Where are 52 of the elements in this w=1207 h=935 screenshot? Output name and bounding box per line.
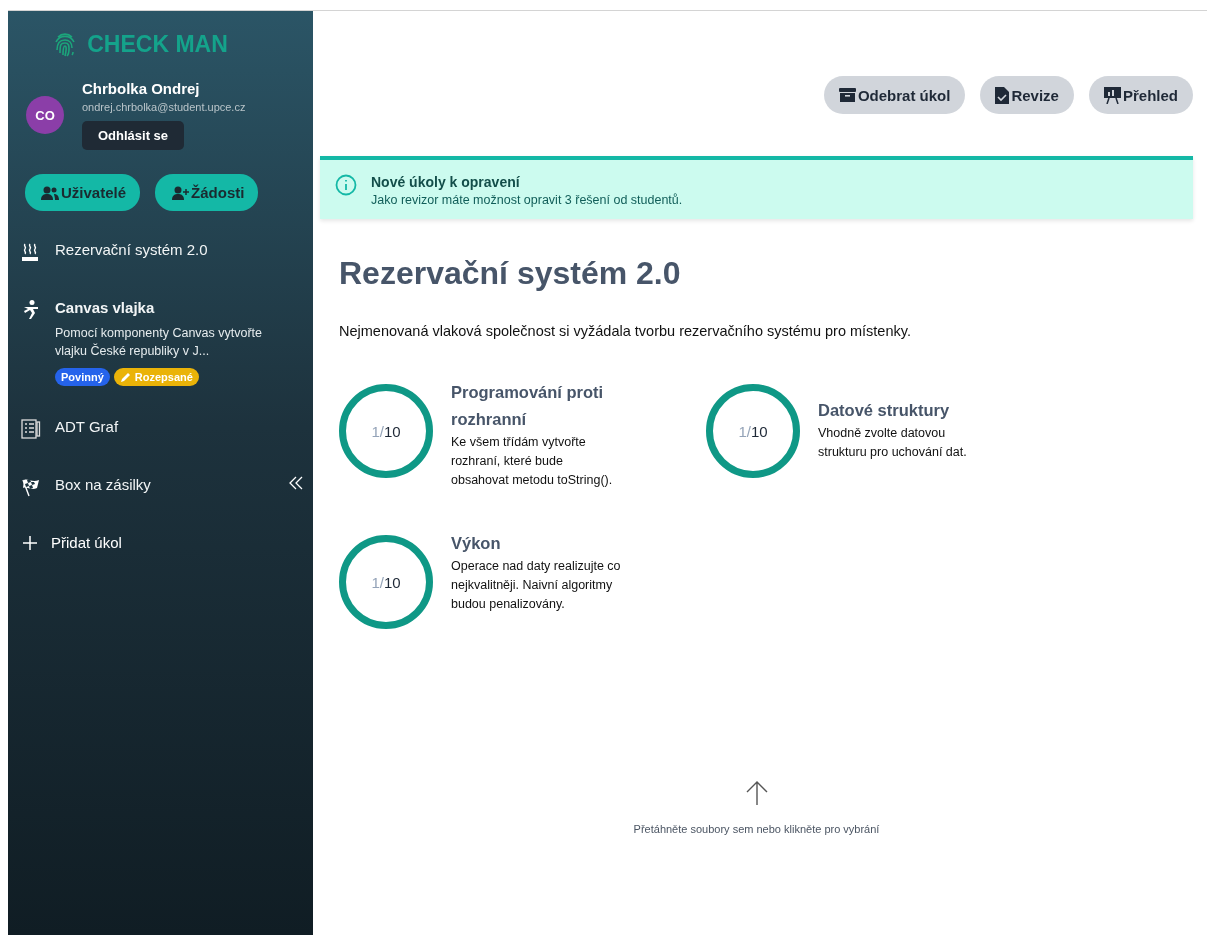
user-email: ondrej.chrbolka@student.upce.cz	[82, 101, 246, 113]
users-button[interactable]: Uživatelé	[25, 174, 141, 211]
score-ring: 1/10	[339, 535, 433, 629]
task-title: Box na zásilky	[55, 476, 151, 493]
overview-button[interactable]: Přehled	[1088, 76, 1193, 114]
task-heading: Rezervační systém 2.0	[339, 255, 682, 292]
archive-icon	[838, 87, 856, 103]
revision-button[interactable]: Revize	[980, 76, 1074, 114]
checklist-icon	[21, 418, 41, 440]
upload-arrow-icon[interactable]	[745, 781, 768, 805]
criterion-title: Datové struktury	[818, 400, 951, 421]
criterion-text: Ke všem třídám vytvořte rozhraní, které bude obsahovat metodu toString().	[451, 434, 614, 489]
checkered-flag-icon	[21, 476, 41, 498]
add-user-icon	[171, 185, 190, 200]
requests-button[interactable]: Žádosti	[155, 174, 259, 211]
plus-icon	[23, 535, 37, 550]
remove-task-button[interactable]: Odebrat úkol	[823, 76, 966, 114]
logout-button[interactable]: Odhlásit se	[82, 121, 185, 150]
criterion-title: Programování proti rozhranní	[451, 382, 605, 430]
app-logo-text: CHECK MAN	[87, 31, 228, 58]
task-description: Pomocí komponenty Canvas vytvořte vlajku České republiky v J...	[55, 325, 264, 360]
figure-icon	[21, 299, 41, 321]
fingerprint-icon	[53, 31, 78, 58]
add-task-label: Přidat úkol	[51, 534, 122, 551]
task-item[interactable]: Box na zásilky	[8, 476, 313, 502]
status-tag: Povinný	[55, 368, 110, 386]
upload-hint[interactable]: Přetáhněte soubory sem nebo klikněte pro vybrání	[633, 823, 880, 835]
user-avatar: CO	[26, 96, 64, 134]
criterion-title: Výkon	[451, 533, 502, 554]
task-item[interactable]: ADT Graf	[8, 418, 313, 444]
score-ring: 1/10	[706, 384, 800, 478]
user-name: Chrbolka Ondrej	[82, 80, 200, 97]
add-task-link[interactable]: Přidat úkol	[8, 534, 313, 551]
criterion-text: Vhodně zvolte datovou strukturu pro uchování dat.	[818, 425, 968, 461]
presentation-icon	[1103, 86, 1121, 104]
collapse-icon[interactable]	[289, 476, 303, 490]
pencil-icon	[119, 371, 131, 383]
score-ring: 1/10	[339, 384, 433, 478]
status-tag: Rozepsané	[113, 368, 199, 386]
alert-title: Nové úkoly k opravení	[371, 174, 521, 190]
document-check-icon	[995, 86, 1010, 104]
users-icon	[41, 185, 59, 200]
task-title: Canvas vlajka	[55, 299, 155, 316]
task-item[interactable]: Rezervační systém 2.0	[8, 241, 313, 267]
task-title: ADT Graf	[55, 418, 119, 435]
alert-message: Jako revizor máte možnost opravit 3 řešení od studentů.	[371, 193, 683, 207]
info-icon	[335, 174, 357, 196]
steam-icon	[21, 241, 39, 263]
criterion-text: Operace nad daty realizujte co nejkvalitněji. Naivní algoritmy budou penalizovány.	[451, 558, 621, 613]
task-title: Rezervační systém 2.0	[55, 241, 208, 258]
task-description: Nejmenovaná vlaková společnost si vyžádala tvorbu rezervačního systému pro místenky.	[339, 323, 912, 339]
task-item[interactable]: Canvas vlajka Pomocí komponenty Canvas vytvořte vlajku České republiky v J... Povinný Rozepsané	[8, 299, 313, 386]
